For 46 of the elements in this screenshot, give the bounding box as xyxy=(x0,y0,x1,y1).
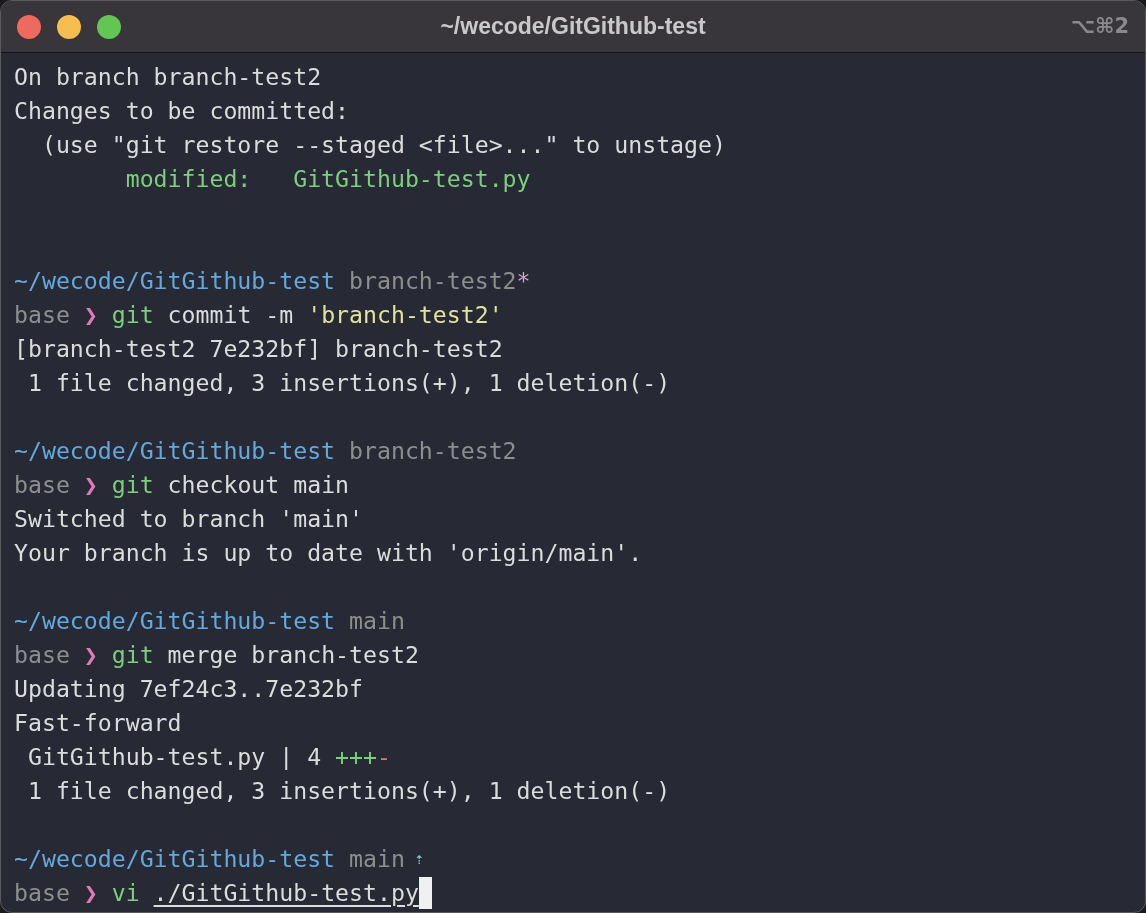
prompt-symbol: ❯ xyxy=(82,470,99,500)
env-name: base xyxy=(14,300,70,330)
shortcut-label: ⌥⌘2 xyxy=(1070,12,1129,40)
command-name: vi xyxy=(111,878,140,908)
output-text: Updating 7ef24c3..7e232bf xyxy=(14,674,363,704)
env-name: base xyxy=(14,878,70,908)
env-name: base xyxy=(14,640,70,670)
close-button[interactable] xyxy=(17,14,41,39)
branch-name: main xyxy=(348,844,405,874)
ahead-arrow: ⇡ xyxy=(413,848,425,870)
output-text: 1 file changed, 3 insertions(+), 1 deletion(-) xyxy=(26,368,671,398)
directory-path: ~/wecode/GitGithub-test xyxy=(14,844,336,874)
string-arg: 'branch-test2' xyxy=(307,300,503,330)
directory-path: ~/wecode/GitGithub-test xyxy=(14,606,336,636)
command-args: merge branch-test2 xyxy=(166,640,419,670)
window-title: ~/wecode/GitGithub-test xyxy=(440,12,706,42)
added-marks: +++ xyxy=(335,742,377,772)
output-text: GitGithub-test.py | 4 xyxy=(26,742,323,772)
directory-path: ~/wecode/GitGithub-test xyxy=(14,266,336,296)
prompt-symbol: ❯ xyxy=(82,878,99,908)
directory-path: ~/wecode/GitGithub-test xyxy=(14,436,336,466)
env-name: base xyxy=(14,470,70,500)
zoom-button[interactable] xyxy=(97,14,121,39)
minimize-button[interactable] xyxy=(57,14,81,39)
output-text: (use "git restore --staged <file>..." to unstage) xyxy=(40,130,726,160)
modified-file: modified: GitGithub-test.py xyxy=(124,164,531,194)
command-name: git xyxy=(111,300,154,330)
branch-name: branch-test2 xyxy=(348,266,517,296)
branch-name: main xyxy=(348,606,405,636)
output-text: On branch branch-test2 xyxy=(14,62,322,92)
command-args: commit -m xyxy=(166,300,295,330)
output-text: Fast-forward xyxy=(14,708,182,738)
command-name: git xyxy=(111,470,154,500)
prompt-symbol: ❯ xyxy=(82,300,99,330)
removed-mark: - xyxy=(377,742,391,772)
command-args: checkout main xyxy=(166,470,350,500)
dirty-marker: * xyxy=(516,266,531,296)
command-name: git xyxy=(111,640,154,670)
output-text: Your branch is up to date with 'origin/main'. xyxy=(14,538,643,568)
branch-name: branch-test2 xyxy=(348,436,517,466)
file-path: ./GitGithub-test.py xyxy=(153,878,419,908)
output-text: 1 file changed, 3 insertions(+), 1 deletion(-) xyxy=(26,776,671,806)
output-text: Changes to be committed: xyxy=(14,96,350,126)
prompt-symbol: ❯ xyxy=(82,640,99,670)
output-text: Switched to branch 'main' xyxy=(14,504,363,534)
output-text: [branch-test2 7e232bf] branch-test2 xyxy=(14,334,503,364)
